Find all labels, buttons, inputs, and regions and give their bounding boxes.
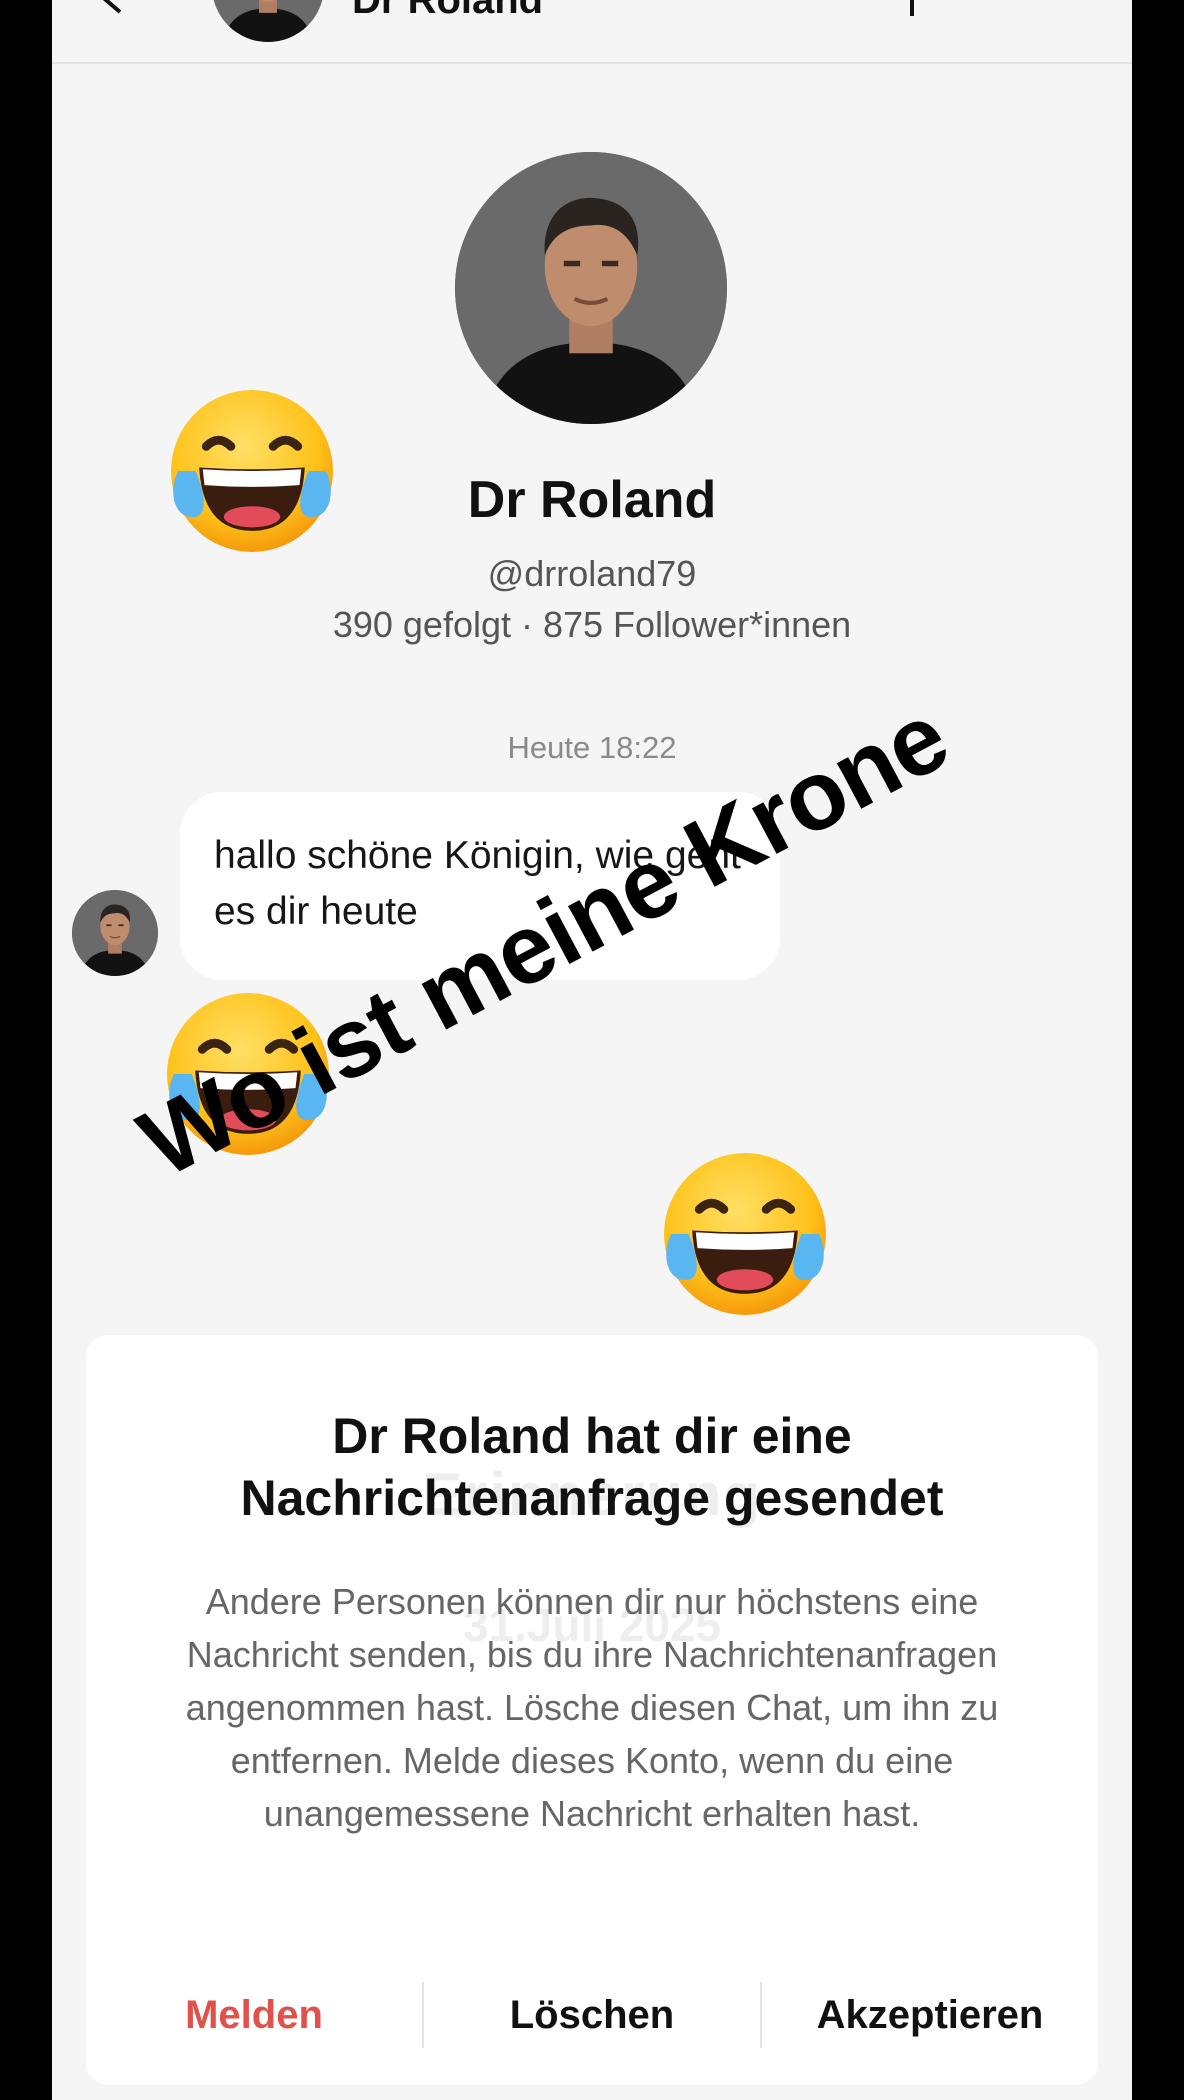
profile-stats: 390 gefolgt · 875 Follower*innen [332, 604, 852, 645]
sender-avatar[interactable] [72, 890, 158, 976]
delete-button[interactable]: Löschen [424, 1993, 760, 2038]
back-arrow-icon[interactable] [100, 0, 128, 14]
header-avatar[interactable] [212, 0, 324, 42]
message-timestamp: Heute 18:22 [507, 730, 677, 765]
laughing-emoji-icon [657, 1146, 833, 1322]
header-name[interactable]: Dr Roland [352, 0, 543, 23]
profile-handle: @drroland79 [487, 553, 697, 594]
profile-avatar[interactable] [455, 152, 727, 424]
accept-button[interactable]: Akzeptieren [762, 1993, 1098, 2038]
chat-screen: Dr Roland Dr Roland @drroland79 390 gefo… [52, 0, 1132, 2100]
report-button[interactable]: Melden [86, 1993, 422, 2038]
request-title: Dr Roland hat dir eine Nachrichtenanfrag… [240, 1408, 944, 1526]
laughing-emoji-icon [164, 383, 340, 559]
request-actions: Melden Löschen Akzeptieren [86, 1975, 1098, 2055]
report-flag-icon[interactable] [908, 0, 932, 16]
top-bar: Dr Roland [52, 0, 1132, 64]
message-request-panel: Erinnerung Dr Roland hat dir eine Nachri… [86, 1335, 1098, 2085]
request-description: Andere Personen können dir nur höchstens… [185, 1581, 999, 1834]
